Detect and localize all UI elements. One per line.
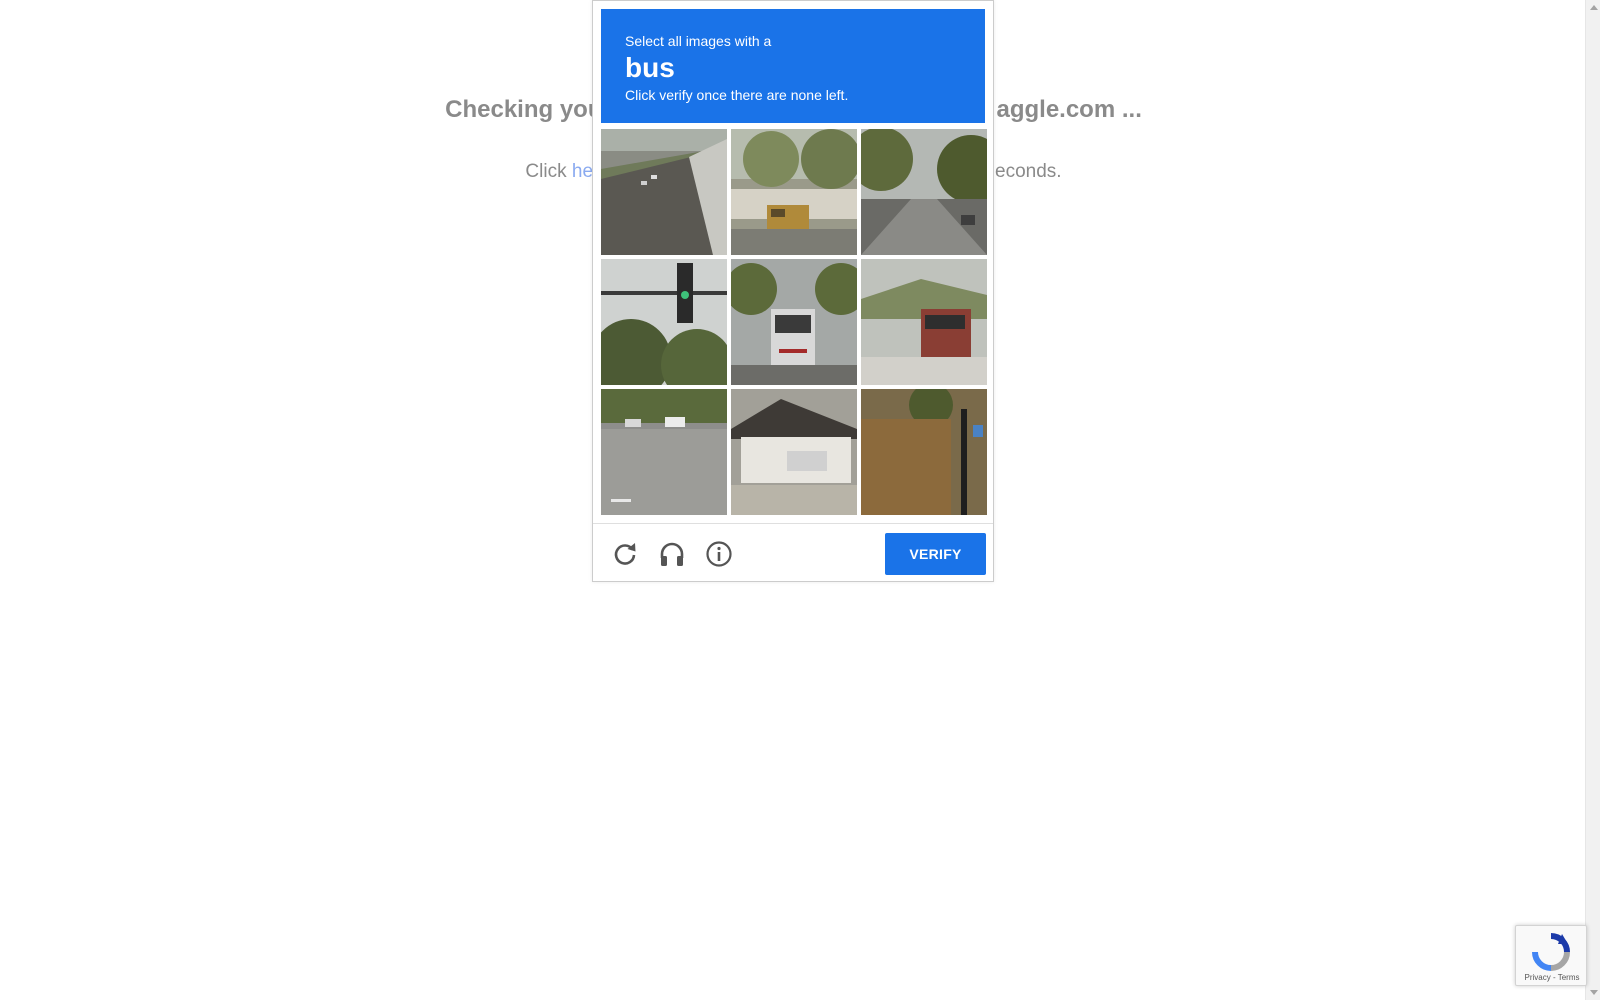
info-icon[interactable]: [704, 539, 734, 569]
image-tile-r1c2[interactable]: [731, 129, 857, 255]
scroll-down-arrow[interactable]: [1586, 985, 1600, 1000]
recaptcha-badge[interactable]: Privacy - Terms: [1515, 925, 1587, 986]
scroll-up-arrow[interactable]: [1586, 0, 1600, 15]
image-tile-r1c3[interactable]: [861, 129, 987, 255]
here-link[interactable]: he: [572, 161, 593, 182]
target-object: bus: [625, 52, 675, 83]
heading-right: aggle.com ...: [996, 96, 1142, 123]
recaptcha-logo-icon: [1532, 933, 1570, 971]
captcha-instructions: Select all images with a bus Click verif…: [601, 9, 985, 123]
image-tile-r2c1[interactable]: [601, 259, 727, 385]
image-tile-r3c1[interactable]: [601, 389, 727, 515]
headphones-icon[interactable]: [657, 539, 687, 569]
image-tile-r2c2[interactable]: [731, 259, 857, 385]
heading-left: Checking you: [445, 96, 603, 123]
privacy-terms-text[interactable]: Privacy - Terms: [1516, 973, 1588, 982]
page: Checking you aggle.com ... Click he econds…: [0, 0, 1600, 1000]
instruction-line1: Select all images with a: [625, 33, 772, 49]
image-tile-r3c2[interactable]: [731, 389, 857, 515]
reload-icon[interactable]: [610, 539, 640, 569]
subtext-suffix: econds.: [995, 161, 1062, 182]
image-tile-r2c3[interactable]: [861, 259, 987, 385]
image-tile-r3c3[interactable]: [861, 389, 987, 515]
vertical-scrollbar[interactable]: [1585, 0, 1600, 1000]
captcha-challenge-dialog: Select all images with a bus Click verif…: [592, 0, 994, 582]
captcha-footer: VERIFY: [593, 523, 993, 582]
image-tile-r1c1[interactable]: [601, 129, 727, 255]
verify-button[interactable]: VERIFY: [885, 533, 986, 575]
instruction-line2: Click verify once there are none left.: [625, 87, 849, 103]
subtext-prefix: Click: [525, 161, 572, 182]
image-grid: [601, 129, 987, 515]
